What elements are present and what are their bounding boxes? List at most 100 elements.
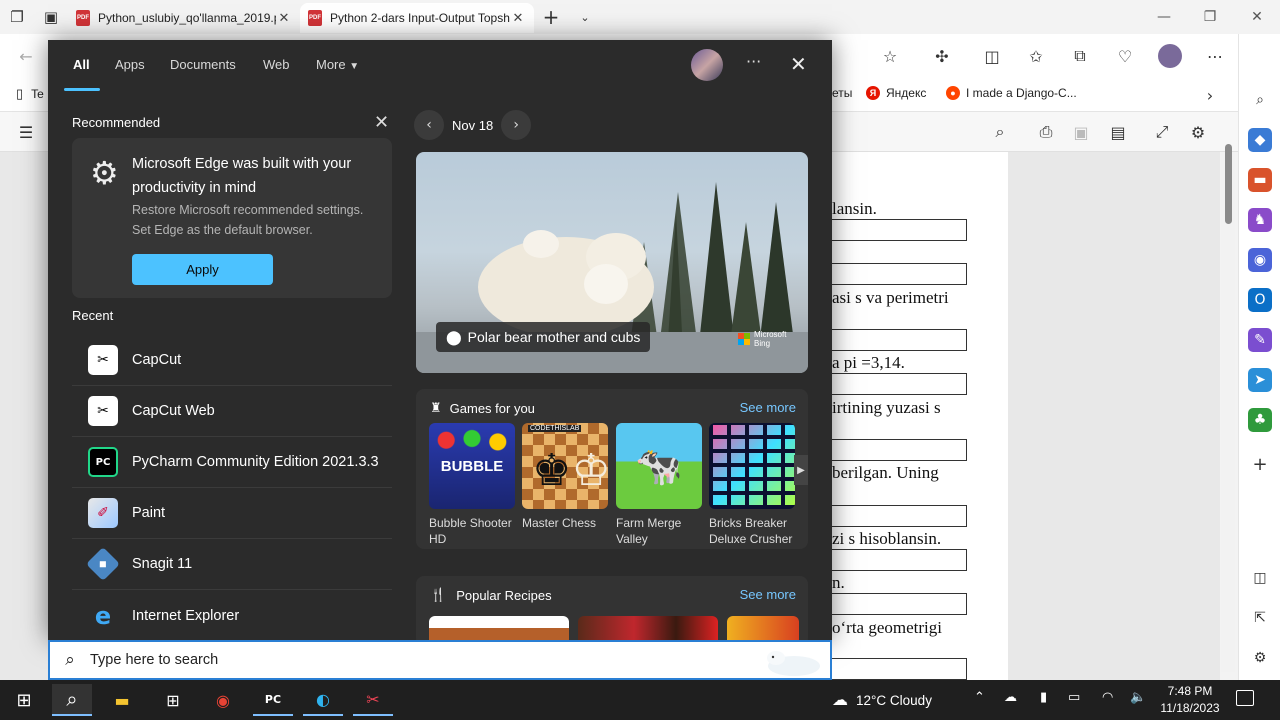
tab-documents[interactable]: Documents bbox=[170, 57, 236, 72]
favorite-item[interactable]: ▯ Te bbox=[16, 86, 44, 102]
sidebar-search-icon[interactable]: ⌕ bbox=[1248, 88, 1272, 112]
tab-python-uslubiy[interactable]: PDF Python_uslubiy_qo'llanma_2019.pdf ✕ bbox=[68, 3, 300, 33]
designer-icon[interactable]: ✎ bbox=[1248, 328, 1272, 352]
favorites-chevron-icon[interactable]: › bbox=[1198, 83, 1222, 107]
avatar[interactable] bbox=[691, 49, 723, 81]
settings-more-icon[interactable]: ⋯ bbox=[1203, 44, 1227, 68]
tab-close-icon[interactable]: ✕ bbox=[276, 10, 292, 26]
new-tab-icon[interactable]: + bbox=[534, 0, 568, 34]
recipe-thumbnail[interactable] bbox=[578, 616, 718, 640]
snipping-tool-icon[interactable]: ✂ bbox=[353, 684, 393, 716]
windows-start-icon[interactable]: ⊞ bbox=[4, 684, 44, 716]
list-item[interactable]: ✂ CapCut bbox=[72, 335, 392, 386]
volume-icon[interactable]: 🔈 bbox=[1130, 690, 1146, 705]
close-window-button[interactable]: ✕ bbox=[1234, 0, 1280, 34]
more-options-icon[interactable]: ··· bbox=[746, 52, 761, 71]
profile-avatar[interactable] bbox=[1158, 44, 1182, 68]
tab-close-icon[interactable]: ✕ bbox=[510, 10, 526, 26]
games-next-arrow-icon[interactable]: ▶ bbox=[794, 455, 808, 485]
recipe-thumbnail[interactable] bbox=[727, 616, 799, 640]
dismiss-recommended-icon[interactable]: ✕ bbox=[374, 112, 389, 133]
wifi-icon[interactable]: ◠ bbox=[1102, 690, 1113, 705]
print-icon[interactable]: ⎙ bbox=[1034, 120, 1058, 144]
drop-icon[interactable]: ➤ bbox=[1248, 368, 1272, 392]
usb-device-icon[interactable]: ▮ bbox=[1040, 690, 1047, 705]
favorite-item[interactable]: ● I made a Django-C... bbox=[946, 86, 1077, 100]
list-item[interactable]: ◆ Snagit 11 bbox=[72, 539, 392, 590]
list-item[interactable]: ✐ Paint bbox=[72, 488, 392, 539]
minimize-button[interactable]: — bbox=[1141, 0, 1187, 34]
contents-icon[interactable]: ☰ bbox=[14, 120, 38, 144]
back-icon[interactable]: ← bbox=[14, 44, 38, 68]
outlook-icon[interactable]: O bbox=[1248, 288, 1272, 312]
show-hidden-icons-chevron-icon[interactable]: ⌃ bbox=[974, 690, 985, 705]
tab-python-2-dars[interactable]: PDF Python 2-dars Input-Output Topshiriq… bbox=[300, 3, 534, 33]
favorite-star-icon[interactable]: ☆ bbox=[878, 44, 902, 68]
tab-web[interactable]: Web bbox=[263, 57, 290, 72]
scrollbar-thumb[interactable] bbox=[1225, 144, 1232, 224]
badge-line-1: Microsoft bbox=[754, 330, 787, 339]
fullscreen-icon[interactable]: ⤢ bbox=[1150, 120, 1174, 144]
list-item[interactable]: PC PyCharm Community Edition 2021.3.3 bbox=[72, 437, 392, 488]
pdf-scrollbar[interactable] bbox=[1221, 144, 1235, 672]
open-external-icon[interactable]: ⇱ bbox=[1248, 606, 1272, 630]
sidebar-settings-icon[interactable]: ⚙ bbox=[1248, 646, 1272, 670]
pdf-search-icon[interactable]: ⌕ bbox=[988, 120, 1012, 144]
previous-day-button[interactable]: ‹ bbox=[414, 110, 444, 140]
extensions-icon[interactable]: ✣ bbox=[930, 44, 954, 68]
microsoft-365-icon[interactable]: ◉ bbox=[1248, 248, 1272, 272]
browser-essentials-icon[interactable]: ♡ bbox=[1113, 44, 1137, 68]
chrome-icon[interactable]: ◉ bbox=[203, 684, 243, 716]
recipe-thumbnail[interactable] bbox=[429, 616, 569, 640]
favorite-item[interactable]: Я Яндекс bbox=[866, 86, 926, 100]
taskbar-search-box[interactable]: ⌕ bbox=[48, 640, 832, 680]
games-see-more-link[interactable]: See more bbox=[740, 400, 796, 415]
bing-wallpaper-image[interactable]: ⬤ Polar bear mother and cubs Microsoft Bi… bbox=[416, 152, 808, 373]
battery-icon[interactable]: ▭ bbox=[1068, 690, 1080, 705]
tab-list-chevron-icon[interactable]: ⌄ bbox=[568, 0, 602, 34]
add-sidebar-icon[interactable]: + bbox=[1248, 452, 1272, 476]
games-icon[interactable]: ♞ bbox=[1248, 208, 1272, 232]
favorites-icon[interactable]: ✩ bbox=[1024, 44, 1048, 68]
tree-icon[interactable]: ♣ bbox=[1248, 408, 1272, 432]
collections-icon[interactable]: ⧉ bbox=[1068, 44, 1092, 68]
game-tile[interactable]: BUBBLE Bubble Shooter HD bbox=[429, 423, 515, 547]
pdf-settings-icon[interactable]: ⚙ bbox=[1186, 120, 1210, 144]
game-tile[interactable]: CODETHISLAB ♚♔ Master Chess bbox=[522, 423, 611, 531]
workspaces-icon[interactable]: ❐ bbox=[0, 0, 34, 34]
notification-center-icon[interactable] bbox=[1236, 690, 1254, 706]
farm-merge-thumbnail: 🐄 bbox=[616, 423, 702, 509]
edge-taskbar-icon[interactable]: ◐ bbox=[303, 684, 343, 716]
shopping-tag-icon[interactable]: ◆ bbox=[1248, 128, 1272, 152]
tools-icon[interactable]: ▬ bbox=[1248, 168, 1272, 192]
restore-button[interactable]: ❐ bbox=[1187, 0, 1233, 34]
taskbar-search-icon[interactable]: ⌕ bbox=[52, 684, 92, 716]
list-item[interactable]: e Internet Explorer bbox=[72, 590, 392, 640]
tab-all[interactable]: All bbox=[73, 57, 90, 72]
apply-button[interactable]: Apply bbox=[132, 254, 273, 285]
tab-more[interactable]: More ▼ bbox=[316, 57, 359, 72]
next-day-button[interactable]: › bbox=[501, 110, 532, 140]
tab-actions-icon[interactable]: ▣ bbox=[34, 0, 68, 34]
weather-widget[interactable]: ☁ 12°C Cloudy bbox=[832, 680, 932, 720]
split-screen-icon[interactable]: ◫ bbox=[980, 44, 1004, 68]
game-tile[interactable]: Bricks Breaker Deluxe Crusher bbox=[709, 423, 795, 547]
games-heading-text: Games for you bbox=[449, 400, 535, 416]
tab-apps[interactable]: Apps bbox=[115, 57, 145, 72]
close-panel-icon[interactable]: ✕ bbox=[790, 52, 807, 76]
favorite-item[interactable]: еты bbox=[832, 86, 852, 100]
bubble-thumb-text: BUBBLE bbox=[440, 457, 504, 475]
wallpaper-caption[interactable]: ⬤ Polar bear mother and cubs bbox=[436, 322, 651, 352]
pycharm-taskbar-icon[interactable]: PC bbox=[253, 684, 293, 716]
onedrive-cloud-icon[interactable]: ☁ bbox=[1004, 690, 1017, 705]
file-explorer-icon[interactable]: ▬ bbox=[102, 684, 142, 716]
system-clock[interactable]: 7:48 PM 11/18/2023 bbox=[1150, 683, 1230, 717]
save-as-icon[interactable]: ▤ bbox=[1106, 120, 1130, 144]
recipes-see-more-link[interactable]: See more bbox=[740, 587, 796, 602]
microsoft-store-icon[interactable]: ⊞ bbox=[153, 684, 193, 716]
hide-sidebar-icon[interactable]: ◫ bbox=[1248, 566, 1272, 590]
game-tile[interactable]: 🐄 Farm Merge Valley bbox=[616, 423, 702, 547]
search-input[interactable] bbox=[90, 652, 690, 668]
save-icon[interactable]: ▣ bbox=[1069, 120, 1093, 144]
list-item[interactable]: ✂ CapCut Web bbox=[72, 386, 392, 437]
